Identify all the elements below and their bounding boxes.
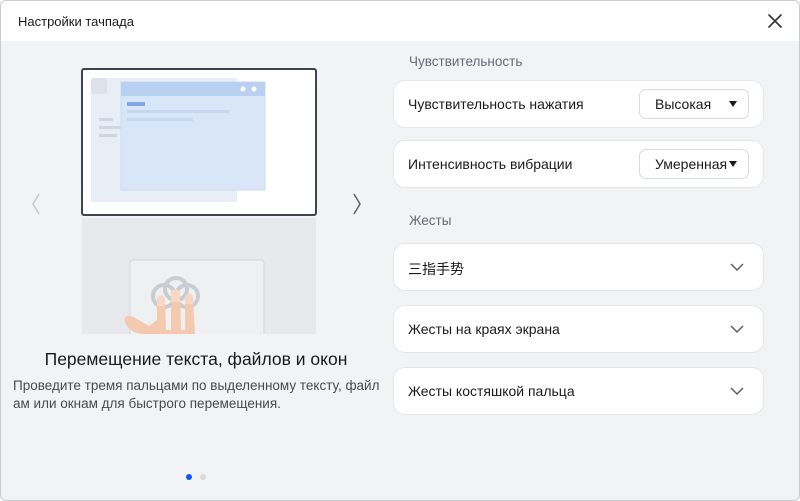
touchpad-settings-window: Настройки тачпада Перемещение текста, фа… [0, 0, 800, 501]
caret-down-icon [729, 161, 737, 167]
vibration-intensity-label: Интенсивность вибрации [408, 156, 573, 172]
close-button[interactable] [764, 10, 786, 32]
close-icon [768, 14, 782, 28]
press-sensitivity-row: Чувствительность нажатия Высокая [393, 80, 764, 128]
feature-title: Перемещение текста, файлов и окон [44, 349, 348, 369]
feature-description: Проведите тремя пальцами по выделенному … [13, 378, 380, 411]
vibration-intensity-row: Интенсивность вибрации Умеренная [393, 140, 764, 188]
chevron-down-icon [730, 325, 744, 334]
gesture-carousel: Перемещение текста, файлов и окон Провед… [1, 41, 386, 500]
pager-dot-2[interactable] [200, 474, 206, 480]
gestures-section-label: Жесты [409, 213, 452, 228]
caret-down-icon [729, 101, 737, 107]
pager-dot-1[interactable] [186, 474, 192, 480]
vibration-intensity-select[interactable]: Умеренная [639, 149, 749, 179]
knuckle-gestures-row[interactable]: Жесты костяшкой пальца [393, 367, 764, 415]
carousel-prev-button[interactable] [26, 189, 46, 219]
press-sensitivity-label: Чувствительность нажатия [408, 96, 584, 112]
chevron-left-icon [32, 193, 40, 215]
three-finger-gestures-row[interactable]: 三指手势 [393, 243, 764, 291]
press-sensitivity-select[interactable]: Высокая [639, 89, 749, 119]
title-bar: Настройки тачпада [1, 1, 799, 41]
carousel-next-button[interactable] [347, 189, 367, 219]
window-title: Настройки тачпада [18, 14, 134, 29]
gesture-item-label: Жесты костяшкой пальца [408, 383, 575, 399]
carousel-pager [186, 474, 206, 482]
gesture-item-label: Жесты на краях экрана [408, 321, 560, 337]
chevron-down-icon [730, 387, 744, 396]
vibration-intensity-value: Умеренная [655, 156, 728, 172]
chevron-right-icon [353, 193, 361, 215]
edge-gestures-row[interactable]: Жесты на краях экрана [393, 305, 764, 353]
sensitivity-section-label: Чувствительность [409, 54, 523, 69]
gesture-item-label: 三指手势 [408, 261, 464, 277]
press-sensitivity-value: Высокая [655, 96, 712, 112]
three-finger-drag-illustration [81, 68, 317, 334]
content-area: Перемещение текста, файлов и окон Провед… [1, 41, 799, 500]
chevron-down-icon [730, 263, 744, 272]
